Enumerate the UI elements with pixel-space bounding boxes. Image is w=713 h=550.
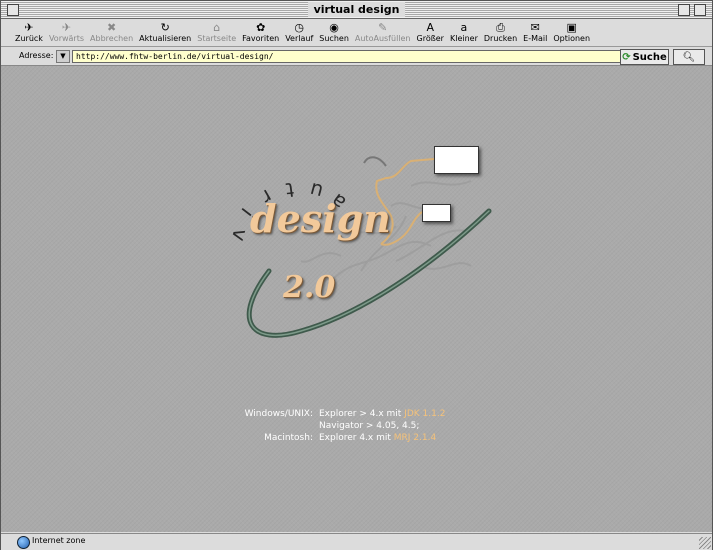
history-icon: ◷ [294, 21, 305, 34]
page-content: virtual design 2.0 Windows/UNIX: Explorer… [1, 66, 712, 532]
toolbar-button-label: Vorwärts [48, 34, 85, 43]
favorites-icon: ✿ [256, 21, 266, 34]
requirement-text: Navigator > 4.05, 4.5; [319, 421, 420, 431]
requirement-browser: Navigator > 4.05, 4.5; [319, 421, 419, 431]
resize-handle[interactable] [699, 537, 711, 549]
toolbar-button-label: AutoAusfüllen [354, 34, 411, 43]
window-title: virtual design [307, 2, 406, 17]
toolbar-button-label: Abbrechen [90, 34, 134, 43]
toolbar-button-label: Aktualisieren [139, 34, 192, 43]
mail-icon: ✉ [530, 21, 540, 34]
search-globe-icon: ◉ [329, 21, 339, 34]
toolbar-button-vorwärts[interactable]: ✈ Vorwärts [49, 19, 84, 43]
go-arrow-icon: ⟳ [622, 51, 631, 63]
go-button-label: Suche [632, 51, 667, 63]
print-icon: ⎙ [496, 21, 505, 34]
collapse-box[interactable] [694, 4, 706, 16]
forward-arrow-icon: ✈ [61, 21, 72, 34]
toolbar-button-label: Zurück [15, 34, 43, 43]
address-bar: Adresse: ▼ http://www.fhtw-berlin.de/vir… [1, 48, 712, 66]
toolbar-button-label: Verlauf [285, 34, 314, 43]
address-input[interactable]: http://www.fhtw-berlin.de/virtual-design… [72, 50, 624, 63]
toolbar-button-e-mail[interactable]: ✉ E-Mail [523, 19, 547, 43]
requirement-text: Explorer > 4.x mit [319, 409, 405, 419]
browser-window: virtual design ✈ Zurück ✈ Vorwärts ✖ Abbreche… [0, 0, 713, 550]
back-arrow-icon: ✈ [24, 21, 34, 34]
virtual-design-logo[interactable] [1, 66, 712, 532]
status-text: Internet zone [32, 536, 86, 545]
toolbar-button-suchen[interactable]: ◉ Suchen [319, 19, 349, 43]
larger-text-icon: A [426, 21, 434, 34]
requirement-platform: Macintosh: [264, 433, 313, 443]
options-icon: ▣ [566, 21, 577, 34]
requirement-platform: Windows/UNIX: [244, 409, 313, 419]
go-button[interactable]: ⟳ Suche [620, 49, 669, 65]
toolbar-button-zurück[interactable]: ✈ Zurück [15, 19, 43, 43]
toolbar-button-verlauf[interactable]: ◷ Verlauf [285, 19, 313, 43]
address-history-dropdown[interactable]: ▼ [56, 50, 70, 63]
title-bar[interactable]: virtual design [1, 1, 712, 19]
toolbar-button-label: Optionen [553, 34, 591, 43]
toolbar-button-kleiner[interactable]: a Kleiner [450, 19, 478, 43]
toolbar-button-favoriten[interactable]: ✿ Favoriten [242, 19, 279, 43]
autofill-icon: ✎ [378, 21, 388, 34]
toolbar-button-label: Kleiner [449, 34, 478, 43]
toolbar-button-label: Favoriten [242, 34, 280, 43]
toolbar-button-drucken[interactable]: ⎙ Drucken [484, 19, 517, 43]
logo-word-design: design [250, 196, 391, 241]
zoom-box[interactable] [678, 4, 690, 16]
home-icon: ⌂ [213, 21, 221, 34]
toolbar-button-aktualisieren[interactable]: ↻ Aktualisieren [139, 19, 191, 43]
logo-version: 2.0 [283, 270, 336, 305]
toolbar-button-label: Drucken [483, 34, 518, 43]
toolbar-button-label: Suchen [319, 34, 349, 43]
requirement-link[interactable]: JDK 1.1.2 [404, 409, 445, 419]
toolbar: ✈ Zurück ✈ Vorwärts ✖ Abbrechen ↻ Aktualisieren… [1, 19, 712, 47]
logo-white-box-small [422, 204, 451, 222]
address-label: Adresse: [19, 51, 54, 60]
toolbar-button-abbrechen[interactable]: ✖ Abbrechen [90, 19, 133, 43]
toolbar-button-label: Größer [416, 34, 444, 43]
smaller-text-icon: a [460, 21, 468, 34]
search-button[interactable]: 🔍︎ [673, 49, 705, 65]
requirement-browser: Explorer 4.x mit MRJ 2.1.4 [319, 433, 436, 443]
toolbar-button-autoausfüllen[interactable]: ✎ AutoAusfüllen [355, 19, 411, 43]
close-box[interactable] [7, 4, 19, 16]
requirement-browser: Explorer > 4.x mit JDK 1.1.2 [319, 409, 445, 419]
toolbar-button-label: E-Mail [523, 34, 548, 43]
magnifier-icon: 🔍︎ [682, 51, 696, 63]
toolbar-button-label: Startseite [197, 34, 237, 43]
globe-icon [17, 536, 30, 549]
stop-icon: ✖ [106, 21, 117, 34]
toolbar-button-optionen[interactable]: ▣ Optionen [553, 19, 590, 43]
requirement-link[interactable]: MRJ 2.1.4 [394, 433, 436, 443]
logo-white-box-large [434, 146, 479, 174]
requirement-text: Explorer 4.x mit [319, 433, 394, 443]
refresh-icon: ↻ [160, 21, 170, 34]
toolbar-button-startseite[interactable]: ⌂ Startseite [197, 19, 236, 43]
status-bar: Internet zone [1, 533, 712, 550]
toolbar-button-größer[interactable]: A Größer [417, 19, 444, 43]
